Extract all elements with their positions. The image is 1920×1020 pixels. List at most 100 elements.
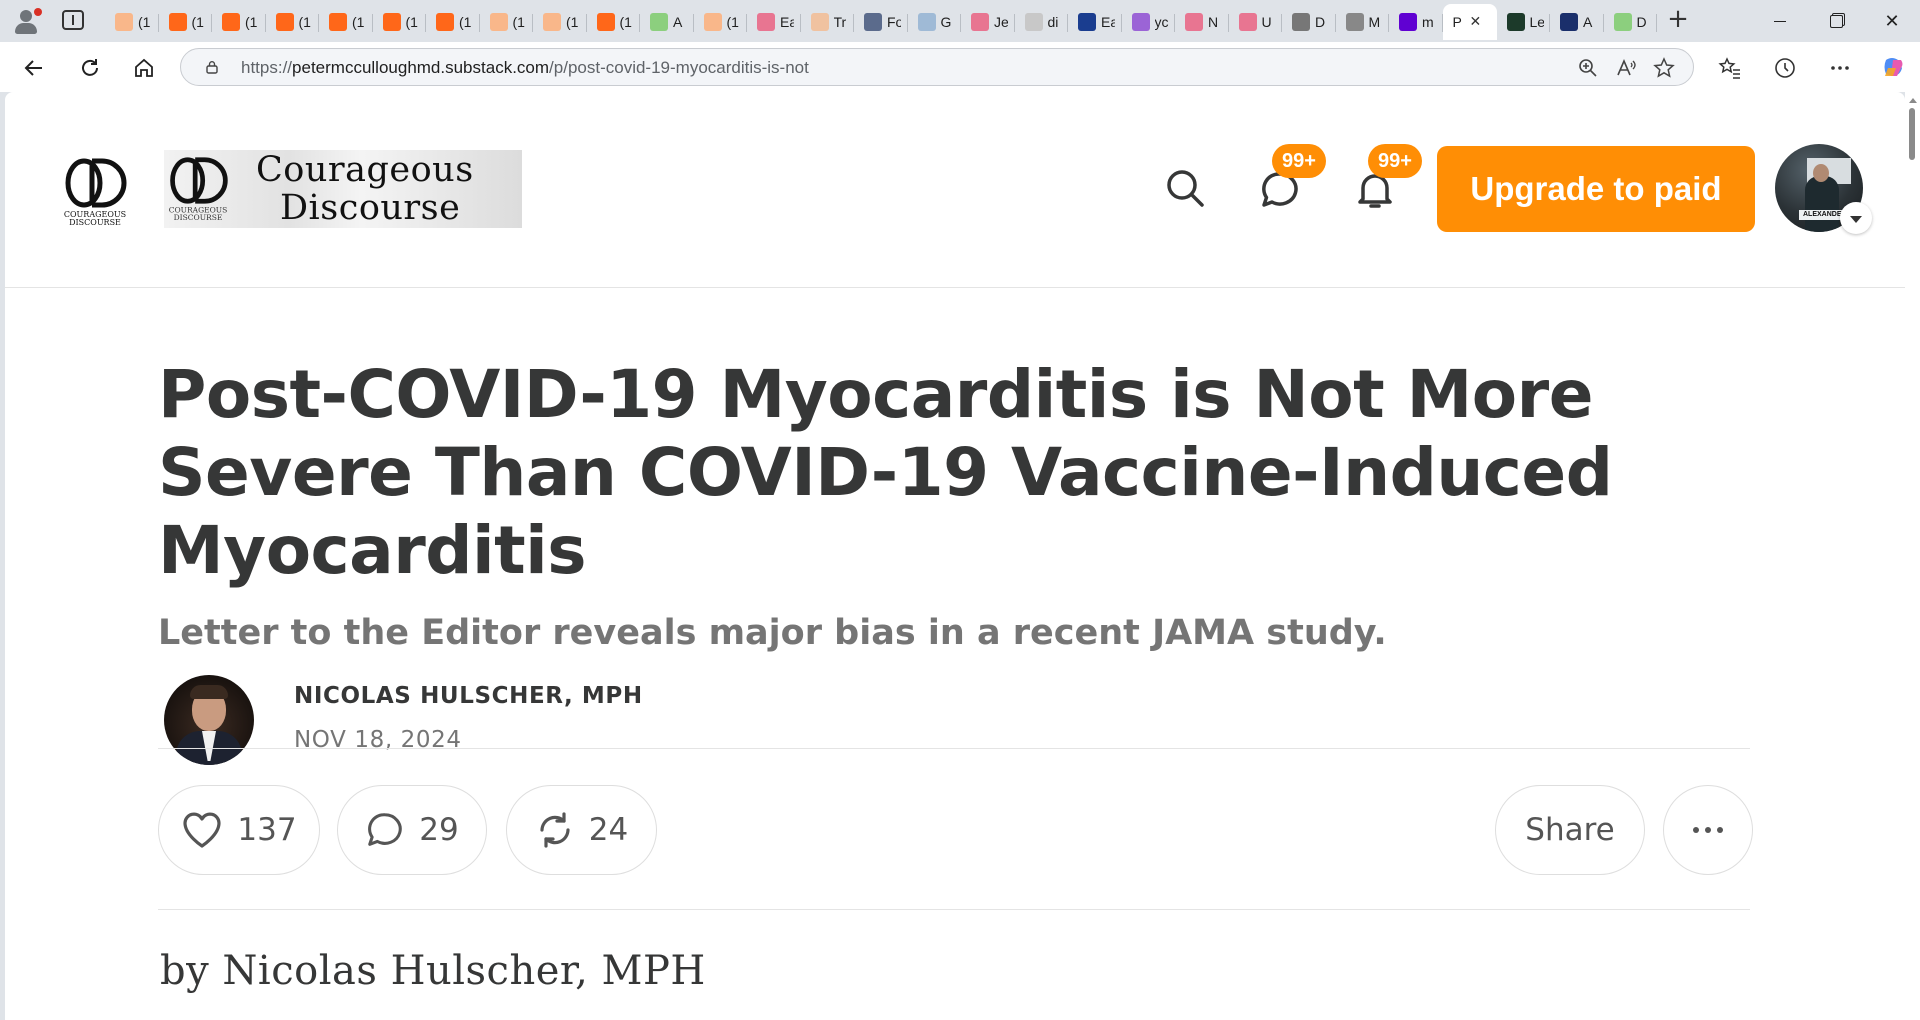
like-count: 137 <box>237 812 297 848</box>
tab-title: yc <box>1154 14 1169 30</box>
tab-favicon-icon <box>222 13 240 31</box>
browser-tab[interactable]: (1 <box>212 4 266 40</box>
minimize-button[interactable] <box>1752 0 1808 42</box>
restack-button[interactable]: 24 <box>506 785 657 875</box>
close-tab-icon[interactable]: ✕ <box>1470 14 1482 30</box>
url-text[interactable]: https://petermcculloughmd.substack.com/p… <box>241 58 809 78</box>
settings-more-icon[interactable] <box>1826 54 1854 82</box>
browser-tab[interactable]: Ea <box>747 4 801 40</box>
back-arrow-icon <box>24 60 42 76</box>
notifications-badge: 99+ <box>1368 144 1422 178</box>
browser-tab[interactable]: (1 <box>533 4 587 40</box>
browser-tab[interactable]: N <box>1175 4 1229 40</box>
browser-tab[interactable]: D <box>1604 4 1658 40</box>
tab-favicon-icon <box>115 13 133 31</box>
tab-strip: (1 (1 (1 (1 (1 (1 (1 (1 (1 (1 A (1 Ea Tr Fo G Je di Ea yc N U… <box>0 0 1920 42</box>
article-header: Post-COVID-19 Myocarditis is Not More Se… <box>158 356 1758 795</box>
tab-actions-icon[interactable] <box>62 10 84 30</box>
comment-icon <box>368 813 402 846</box>
upgrade-to-paid-button[interactable]: Upgrade to paid <box>1437 146 1755 232</box>
favorites-icon[interactable] <box>1716 54 1744 82</box>
tab-list: (1 (1 (1 (1 (1 (1 (1 (1 (1 (1 A (1 Ea Tr Fo G Je di Ea yc N U… <box>105 4 1657 42</box>
browser-tab[interactable]: A <box>640 4 694 40</box>
author-name-link[interactable]: NICOLAS HULSCHER, MPH <box>294 683 643 709</box>
browser-tab[interactable]: Je <box>961 4 1015 40</box>
browser-tab[interactable]: U <box>1229 4 1283 40</box>
search-button[interactable] <box>1162 165 1208 211</box>
post-subtitle: Letter to the Editor reveals major bias … <box>158 613 1387 653</box>
browser-tab[interactable]: (1 <box>587 4 641 40</box>
browser-tab[interactable]: (1 <box>266 4 320 40</box>
comment-button[interactable]: 29 <box>337 785 487 875</box>
address-bar[interactable]: https://petermcculloughmd.substack.com/p… <box>180 48 1694 86</box>
browser-tab[interactable]: (1 <box>319 4 373 40</box>
tab-title: U <box>1261 14 1272 30</box>
browser-toolbar: https://petermcculloughmd.substack.com/p… <box>0 42 1920 92</box>
lock-icon[interactable] <box>205 60 219 74</box>
tab-favicon-icon <box>543 13 561 31</box>
author-avatar[interactable] <box>164 675 254 765</box>
tab-title: (1 <box>138 14 151 30</box>
browser-tab[interactable]: G <box>908 4 962 40</box>
tab-title: (1 <box>245 14 258 30</box>
like-button[interactable]: 137 <box>158 785 320 875</box>
more-options-button[interactable] <box>1663 785 1753 875</box>
browser-tab[interactable]: di <box>1015 4 1069 40</box>
browser-tab[interactable]: Le <box>1497 4 1551 40</box>
tab-title: (1 <box>298 14 311 30</box>
read-aloud-icon[interactable] <box>1613 55 1639 81</box>
browser-tab[interactable]: (1 <box>159 4 213 40</box>
svg-text:DISCOURSE: DISCOURSE <box>69 218 121 227</box>
history-icon[interactable] <box>1771 54 1799 82</box>
browser-tab[interactable]: Tr <box>801 4 855 40</box>
browser-tab[interactable]: Fo <box>854 4 908 40</box>
window-close-button[interactable]: ✕ <box>1864 0 1920 42</box>
profile-icon <box>20 10 32 22</box>
browser-tab[interactable]: (1 <box>694 4 748 40</box>
tab-favicon-icon <box>1078 13 1096 31</box>
tab-title: Ea <box>780 14 794 30</box>
share-button[interactable]: Share <box>1495 785 1645 875</box>
profile-button[interactable] <box>10 6 44 36</box>
publication-name: Courageous Discourse <box>256 150 474 228</box>
tab-favicon-icon <box>971 13 989 31</box>
browser-tab[interactable]: Ea <box>1068 4 1122 40</box>
tab-favicon-icon <box>1560 13 1578 31</box>
page-scrollbar[interactable] <box>1905 92 1920 1020</box>
new-tab-button[interactable]: + <box>1664 6 1692 34</box>
browser-tab[interactable]: M <box>1336 4 1390 40</box>
favorite-star-icon[interactable] <box>1651 55 1677 81</box>
site-logo-icon[interactable]: COURAGEOUS DISCOURSE <box>60 157 130 227</box>
scroll-up-icon[interactable] <box>1909 98 1917 103</box>
browser-tab[interactable]: (1 <box>480 4 534 40</box>
wordmark-logo-icon: COURAGEOUS DISCOURSE <box>169 157 228 222</box>
browser-tab-active[interactable]: P ✕ <box>1442 4 1497 40</box>
browser-tab[interactable]: yc <box>1122 4 1176 40</box>
browser-tab[interactable]: (1 <box>426 4 480 40</box>
chevron-down-icon[interactable] <box>1840 202 1872 234</box>
tab-title: (1 <box>405 14 418 30</box>
browser-tab[interactable]: A <box>1550 4 1604 40</box>
zoom-icon[interactable] <box>1575 55 1601 81</box>
home-button[interactable] <box>128 52 160 84</box>
browser-tab[interactable]: (1 <box>105 4 159 40</box>
tab-favicon-icon <box>329 13 347 31</box>
tab-favicon-icon <box>489 13 508 31</box>
browser-tab[interactable]: m <box>1389 4 1443 40</box>
tab-title: (1 <box>726 14 739 30</box>
tab-title: (1 <box>459 14 472 30</box>
restore-button[interactable] <box>1808 0 1864 42</box>
site-wordmark[interactable]: COURAGEOUS DISCOURSE Courageous Discours… <box>164 150 522 228</box>
scrollbar-thumb[interactable] <box>1909 108 1915 160</box>
back-button[interactable] <box>18 52 50 84</box>
browser-tab[interactable]: (1 <box>373 4 427 40</box>
copilot-icon[interactable] <box>1880 54 1908 82</box>
restack-count: 24 <box>588 812 629 848</box>
tab-favicon-icon <box>436 13 454 31</box>
tab-title: D <box>1636 14 1647 30</box>
refresh-icon <box>82 59 98 76</box>
browser-tab[interactable]: D <box>1282 4 1336 40</box>
tab-favicon-icon <box>275 13 294 31</box>
refresh-button[interactable] <box>74 52 106 84</box>
body-byline: by Nicolas Hulscher, MPH <box>160 948 706 994</box>
